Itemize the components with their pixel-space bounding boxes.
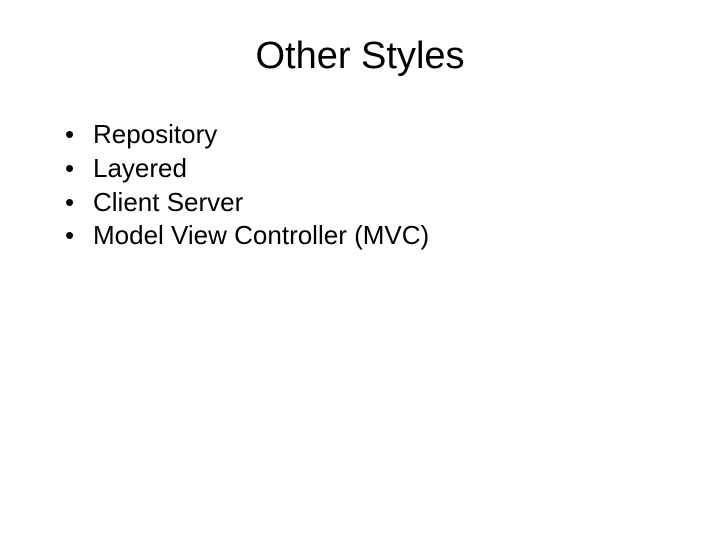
bullet-list: Repository Layered Client Server Model V… <box>40 118 680 253</box>
slide-title: Other Styles <box>40 35 680 78</box>
list-item: Model View Controller (MVC) <box>65 219 680 253</box>
list-item: Repository <box>65 118 680 152</box>
list-item: Layered <box>65 152 680 186</box>
list-item: Client Server <box>65 186 680 220</box>
